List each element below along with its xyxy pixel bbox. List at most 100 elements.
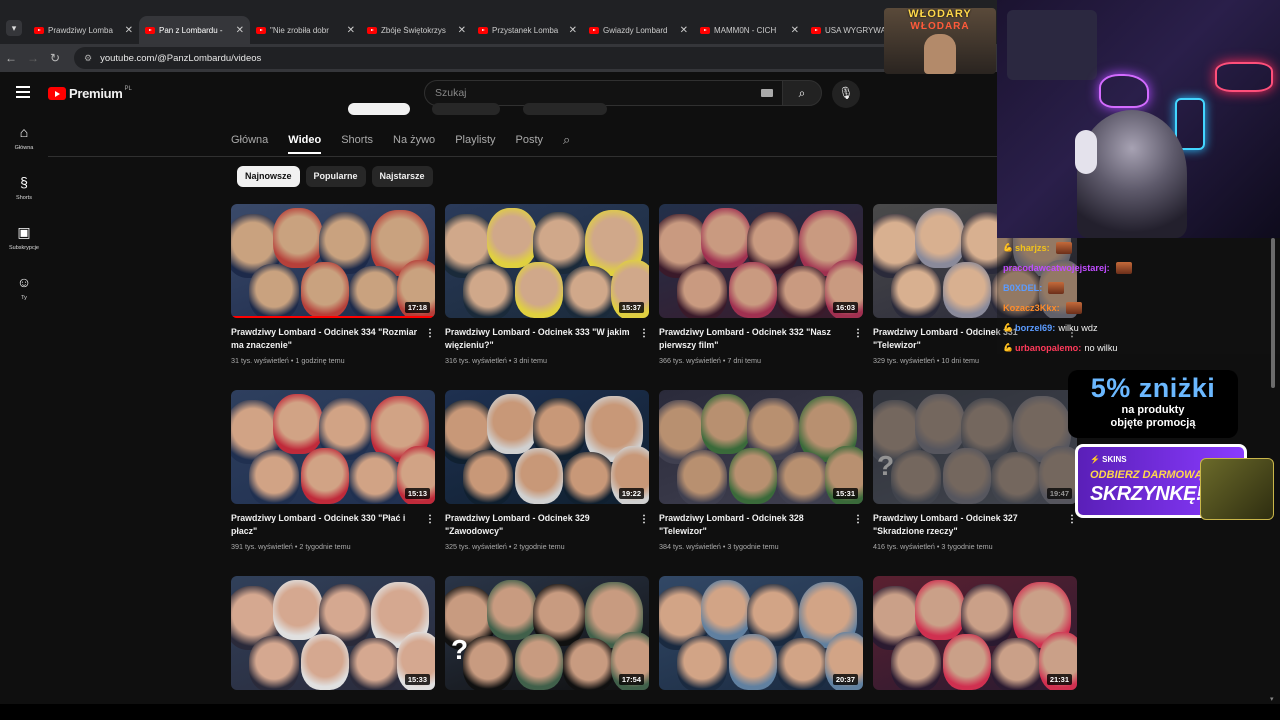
back-icon[interactable]: ← <box>0 51 22 65</box>
video-thumbnail[interactable]: 15:13 <box>231 390 435 504</box>
video-title[interactable]: Prawdziwy Lombard - Odcinek 333 "W jakim… <box>445 326 635 352</box>
browser-tab[interactable]: Przystanek Lomba ✕ <box>472 16 583 44</box>
video-thumbnail[interactable]: 15:33 <box>231 576 435 690</box>
chat-username[interactable]: Kozacz3Kkx: <box>1003 298 1060 318</box>
chat-text: wilku wdz <box>1058 323 1098 333</box>
search-button[interactable]: ⌕ <box>782 80 822 106</box>
video-card[interactable]: 15:31 Prawdziwy Lombard - Odcinek 328 "Te… <box>659 390 863 551</box>
video-title[interactable]: Prawdziwy Lombard - Odcinek 332 "Nasz pi… <box>659 326 849 352</box>
youtube-logo[interactable]: Premium PL <box>48 86 132 101</box>
chat-message: B0XDEL: <box>1003 278 1274 298</box>
close-tab-icon[interactable]: ✕ <box>569 25 577 36</box>
browser-tab[interactable]: MAMM0N - CICH ✕ <box>694 16 805 44</box>
forward-icon[interactable]: → <box>22 51 44 65</box>
channel-tab[interactable]: Wideo <box>288 126 322 154</box>
video-title[interactable]: Prawdziwy Lombard - Odcinek 327 "Skradzi… <box>873 512 1063 538</box>
page-scrollbar[interactable] <box>1271 238 1276 398</box>
thumbnail-face <box>487 208 537 268</box>
sidebar-item-home[interactable]: ⌂ Główna <box>0 114 48 164</box>
video-title[interactable]: Prawdziwy Lombard - Odcinek 334 "Rozmiar… <box>231 326 421 352</box>
chat-username[interactable]: urbanopalemo: <box>1015 338 1081 358</box>
chat-username[interactable]: B0XDEL: <box>1003 278 1042 298</box>
browser-tab[interactable]: Gwiazdy Lombard ✕ <box>583 16 694 44</box>
video-title[interactable]: Prawdziwy Lombard - Odcinek 330 "Płać i … <box>231 512 421 538</box>
video-thumbnail[interactable]: ? 17:54 <box>445 576 649 690</box>
video-title[interactable]: Prawdziwy Lombard - Odcinek 326 <box>231 698 421 700</box>
video-card[interactable]: ? 19:47 Prawdziwy Lombard - Odcinek 327 "S… <box>873 390 1077 551</box>
tab-search-dropdown-icon[interactable]: ▾ <box>6 20 22 36</box>
sort-chip[interactable]: Najstarsze <box>371 166 433 187</box>
video-menu-icon[interactable]: ⋮ <box>425 328 435 339</box>
sidebar-item-shorts[interactable]: § Shorts <box>0 164 48 214</box>
video-card[interactable]: 15:33Prawdziwy Lombard - Odcinek 326⋮ <box>231 576 435 700</box>
video-title[interactable]: Prawdziwy Lombard - Odcinek 324 <box>659 698 849 700</box>
video-menu-icon[interactable]: ⋮ <box>425 514 435 525</box>
video-thumbnail[interactable]: 21:31 <box>873 576 1077 690</box>
video-menu-icon[interactable]: ⋮ <box>853 328 863 339</box>
sort-chip[interactable]: Popularne <box>305 166 366 187</box>
browser-tab[interactable]: Prawdziwy Lomba ✕ <box>28 16 139 44</box>
channel-tab[interactable]: Playlisty <box>455 126 495 154</box>
join-button-edge[interactable] <box>432 103 501 115</box>
chat-username[interactable]: sharjzs: <box>1015 238 1050 258</box>
video-thumbnail[interactable]: 19:22 <box>445 390 649 504</box>
scrollbar-thumb[interactable] <box>1271 238 1275 388</box>
video-title[interactable]: Prawdziwy Lombard - Odcinek 329 "Zawodow… <box>445 512 635 538</box>
channel-tab[interactable]: Shorts <box>341 126 373 154</box>
channel-tabs: Główna Wideo Shorts Na żywo Playlisty Posty ⌕ <box>231 126 570 154</box>
site-info-icon[interactable]: ⚙ <box>84 53 92 64</box>
video-card[interactable]: 16:03 Prawdziwy Lombard - Odcinek 332 "Na… <box>659 204 863 365</box>
video-thumbnail[interactable]: 17:18 <box>231 204 435 318</box>
close-tab-icon[interactable]: ✕ <box>125 25 133 36</box>
video-card[interactable]: ?17:54Prawdziwy Lombard - Odcinek 325⋮ <box>445 576 649 700</box>
video-thumbnail[interactable]: 15:31 <box>659 390 863 504</box>
video-menu-icon[interactable]: ⋮ <box>639 328 649 339</box>
sort-chip[interactable]: Najnowsze <box>237 166 300 187</box>
browser-tab[interactable]: "Nie zrobiła dobr ✕ <box>250 16 361 44</box>
menu-icon[interactable] <box>16 86 30 101</box>
video-thumbnail[interactable]: 15:37 <box>445 204 649 318</box>
sidebar-item-subscriptions[interactable]: ▣ Subskrypcje <box>0 214 48 264</box>
thumbnail-face <box>463 636 513 690</box>
video-card[interactable]: 15:13 Prawdziwy Lombard - Odcinek 330 "Pł… <box>231 390 435 551</box>
video-thumbnail[interactable]: 16:03 <box>659 204 863 318</box>
question-mark-graphic: ? <box>877 450 895 481</box>
video-thumbnail[interactable]: 20:37 <box>659 576 863 690</box>
video-menu-icon[interactable]: ⋮ <box>639 514 649 525</box>
video-card[interactable]: 19:22 Prawdziwy Lombard - Odcinek 329 "Za… <box>445 390 649 551</box>
scroll-down-arrow-icon[interactable]: ▾ <box>1270 695 1274 703</box>
browser-tab[interactable]: Pan z Lombardu - ✕ <box>139 16 250 44</box>
channel-tab[interactable]: Posty <box>516 126 544 154</box>
close-tab-icon[interactable]: ✕ <box>458 25 466 36</box>
video-duration: 20:37 <box>832 674 858 685</box>
subscribe-button-edge[interactable] <box>348 103 410 115</box>
tab-title: Prawdziwy Lomba <box>48 25 113 35</box>
video-title[interactable]: Prawdziwy Lombard - Odcinek 325 <box>445 698 635 700</box>
video-card[interactable]: 15:37 Prawdziwy Lombard - Odcinek 333 "W … <box>445 204 649 365</box>
video-menu-icon[interactable]: ⋮ <box>853 514 863 525</box>
video-title[interactable]: Prawdziwy Lombard - Odcinek 323 <box>873 698 1063 700</box>
browser-tab[interactable]: Zbóje Świętokrzys ✕ <box>361 16 472 44</box>
video-title[interactable]: Prawdziwy Lombard - Odcinek 328 "Telewiz… <box>659 512 849 538</box>
more-button-edge[interactable] <box>522 103 607 115</box>
chat-username[interactable]: borzel69: <box>1015 318 1055 338</box>
video-card[interactable]: 21:31Prawdziwy Lombard - Odcinek 323⋮ <box>873 576 1077 700</box>
close-tab-icon[interactable]: ✕ <box>347 25 355 36</box>
channel-search-icon[interactable]: ⌕ <box>563 126 570 154</box>
close-tab-icon[interactable]: ✕ <box>236 25 244 36</box>
channel-tab[interactable]: Główna <box>231 126 268 154</box>
video-card[interactable]: 20:37Prawdziwy Lombard - Odcinek 324⋮ <box>659 576 863 700</box>
keyboard-icon[interactable] <box>761 89 773 97</box>
voice-search-button[interactable]: 🎙 <box>832 80 860 108</box>
video-menu-icon[interactable]: ⋮ <box>1067 514 1077 525</box>
sidebar-item-you[interactable]: ☺ Ty <box>0 264 48 314</box>
reload-icon[interactable]: ↻ <box>44 51 66 65</box>
thumbnail-face <box>991 638 1043 690</box>
video-card[interactable]: 17:18 Prawdziwy Lombard - Odcinek 334 "Ro… <box>231 204 435 365</box>
video-thumbnail[interactable]: ? 19:47 <box>873 390 1077 504</box>
close-tab-icon[interactable]: ✕ <box>680 25 688 36</box>
chat-username[interactable]: pracodawcatwojejstarej: <box>1003 258 1110 278</box>
close-tab-icon[interactable]: ✕ <box>791 25 799 36</box>
channel-tab[interactable]: Na żywo <box>393 126 435 154</box>
url-field[interactable]: ⚙ youtube.com/@PanzLombardu/videos <box>74 47 954 69</box>
